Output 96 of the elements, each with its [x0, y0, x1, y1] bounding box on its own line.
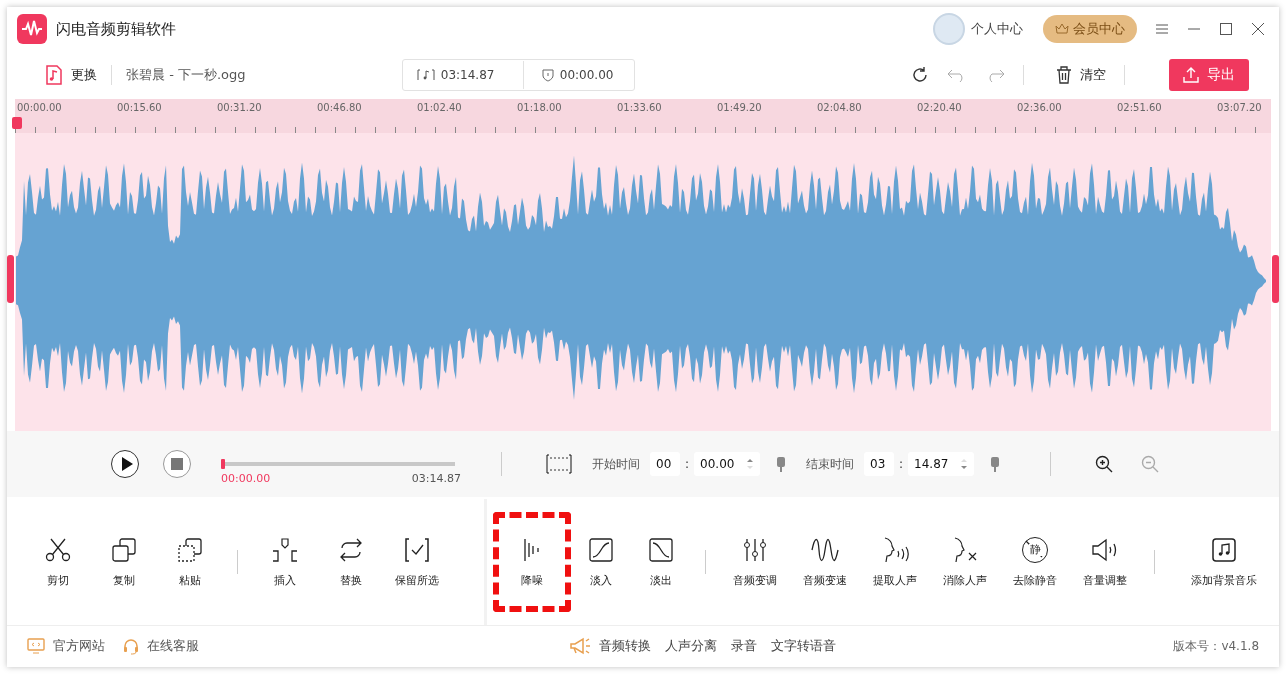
maximize-icon[interactable]	[1219, 22, 1233, 36]
total-time: 03:14.87	[411, 471, 461, 485]
footer-link[interactable]: 官方网站	[27, 637, 105, 655]
tool-button[interactable]: 插入	[252, 512, 318, 612]
end-time-label: 结束时间	[806, 455, 855, 473]
monitor-icon	[27, 638, 45, 654]
spinner-arrows-icon[interactable]	[746, 457, 755, 471]
start-second-field[interactable]: 00.00	[694, 452, 761, 476]
speaker-icon	[1091, 536, 1119, 563]
time-separator: :	[685, 457, 690, 471]
insert-icon	[272, 536, 298, 563]
tool-button[interactable]: 音频变调	[720, 512, 790, 612]
spinner-arrows-icon[interactable]	[960, 457, 969, 471]
footer-link[interactable]: 人声分离	[664, 637, 717, 655]
tool-button[interactable]: 粘贴	[157, 512, 223, 612]
user-center-link[interactable]: 个人中心	[971, 20, 1023, 38]
pin-icon[interactable]	[776, 456, 787, 472]
ruler-label: 00:00.00	[17, 101, 63, 115]
tool-button[interactable]: 复制	[91, 512, 157, 612]
progress-track[interactable]	[221, 461, 455, 466]
export-button[interactable]: 导出	[1169, 59, 1249, 91]
crown-icon	[1055, 22, 1069, 36]
current-time: 00:00.00	[221, 471, 271, 485]
headset-icon	[123, 637, 139, 655]
ruler-label: 01:02.40	[417, 101, 463, 115]
ruler-label: 02:51.60	[1117, 101, 1163, 115]
sine-wave-icon	[811, 536, 839, 563]
scissors-icon	[45, 536, 71, 563]
time-separator: :	[899, 457, 904, 471]
window-title: 闪电音频剪辑软件	[56, 19, 176, 39]
tool-button[interactable]: 音量调整	[1070, 512, 1140, 612]
tool-button[interactable]: 音频变速	[790, 512, 860, 612]
equalizer-icon	[742, 536, 768, 563]
bracket-check-icon	[404, 536, 430, 563]
selection-time-text: 00:00.00	[559, 68, 615, 82]
music-note-icon	[1211, 536, 1237, 563]
pin-icon[interactable]	[990, 456, 1001, 472]
selection-bracket-icon[interactable]	[546, 454, 572, 474]
close-icon[interactable]	[1251, 22, 1265, 36]
ruler-label: 00:15.60	[117, 101, 163, 115]
footer-link[interactable]: 在线客服	[123, 637, 199, 655]
right-handle[interactable]	[1272, 255, 1279, 303]
file-name: 张碧晨 - 下一秒.ogg	[126, 66, 246, 84]
ruler-label: 00:46.80	[317, 101, 363, 115]
tool-button[interactable]: 淡入	[571, 512, 631, 612]
zoom-in-icon[interactable]	[1095, 455, 1114, 473]
ruler-label: 01:49.20	[717, 101, 763, 115]
megaphone-icon	[568, 637, 591, 655]
paste-icon	[177, 536, 203, 563]
copy-icon	[111, 536, 137, 563]
swap-arrows-icon	[338, 536, 364, 563]
ruler-label: 01:33.60	[617, 101, 663, 115]
highlighted-tool[interactable]: 降噪	[493, 512, 571, 612]
tool-button[interactable]: 剪切	[25, 512, 91, 612]
ruler-label: 00:31.20	[217, 101, 263, 115]
music-file-icon[interactable]	[45, 65, 63, 85]
left-handle[interactable]	[7, 255, 14, 303]
ruler-label: 02:04.80	[817, 101, 863, 115]
app-logo-icon	[17, 14, 47, 44]
version-text: 版本号：v4.1.8	[1173, 637, 1259, 655]
ruler-label: 01:18.00	[517, 101, 563, 115]
upload-icon	[1183, 67, 1199, 83]
tool-button[interactable]: 添加背景音乐	[1169, 512, 1279, 612]
tool-button[interactable]: 替换	[318, 512, 384, 612]
zoom-out-icon[interactable]	[1141, 455, 1160, 473]
clear-button[interactable]: 清空	[1080, 66, 1106, 84]
ruler-label: 02:20.40	[917, 101, 963, 115]
trash-icon[interactable]	[1056, 66, 1072, 84]
footer-link[interactable]: 文字转语音	[770, 637, 836, 655]
progress-thumb[interactable]	[221, 458, 225, 469]
fade-in-icon	[588, 536, 614, 563]
start-time-label: 开始时间	[592, 455, 640, 473]
tool-button[interactable]: 淡出	[631, 512, 691, 612]
replace-button[interactable]: 更换	[71, 66, 97, 84]
footer-link[interactable]: 音频转换	[568, 637, 651, 655]
vip-button[interactable]: 会员中心	[1043, 15, 1137, 43]
duration-text: 03:14.87	[440, 68, 496, 82]
music-bracket-icon	[416, 69, 435, 81]
fade-out-icon	[648, 536, 674, 563]
menu-icon[interactable]	[1155, 22, 1169, 36]
play-icon	[120, 457, 133, 471]
start-minute-field[interactable]: 00	[650, 452, 680, 476]
tool-button[interactable]: 保留所选	[384, 512, 450, 612]
stop-button[interactable]	[163, 450, 191, 478]
end-minute-field[interactable]: 03	[864, 452, 895, 476]
end-second-field[interactable]: 14.87	[908, 452, 975, 476]
footer-link[interactable]: 录音	[730, 637, 757, 655]
ruler-label: 03:07.20	[1217, 101, 1263, 115]
playhead-marker[interactable]	[12, 117, 22, 129]
ruler-label: 02:36.00	[1017, 101, 1063, 115]
tool-button[interactable]: 提取人声	[860, 512, 930, 612]
play-button[interactable]	[111, 450, 139, 478]
tool-button[interactable]: 静 去除静音	[1000, 512, 1070, 612]
shield-icon	[541, 68, 554, 82]
tool-button[interactable]: 消除人声	[930, 512, 1000, 612]
refresh-icon[interactable]	[911, 66, 929, 84]
